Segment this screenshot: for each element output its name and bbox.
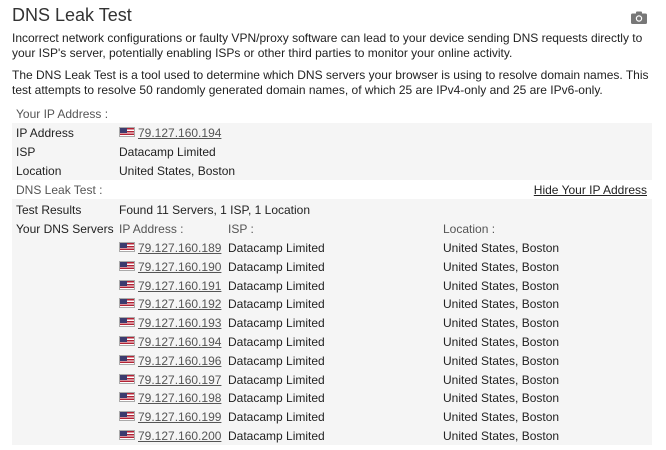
dns-server-isp: Datacamp Limited (228, 297, 325, 311)
intro-paragraph-1: Incorrect network configurations or faul… (12, 31, 643, 60)
dns-server-ip-link[interactable]: 79.127.160.196 (138, 354, 221, 368)
dns-server-location: United States, Boston (443, 241, 560, 255)
dns-server-row: 79.127.160.190 Datacamp Limited United Sta… (0, 256, 666, 275)
dns-server-row: 79.127.160.197 Datacamp Limited United Sta… (0, 369, 666, 388)
dns-server-isp: Datacamp Limited (228, 241, 325, 255)
dns-server-ip-link[interactable]: 79.127.160.192 (138, 297, 221, 311)
isp-value: Datacamp Limited (119, 145, 216, 159)
dns-server-row: 79.127.160.193 Datacamp Limited United Sta… (0, 312, 666, 331)
us-flag-icon (119, 127, 135, 137)
dns-server-location: United States, Boston (443, 373, 560, 387)
dns-server-isp: Datacamp Limited (228, 410, 325, 424)
us-flag-icon (119, 430, 135, 440)
dns-server-row: 79.127.160.191 Datacamp Limited United Sta… (0, 275, 666, 294)
dns-server-row: 79.127.160.189 Datacamp Limited United Sta… (0, 237, 666, 256)
hide-ip-link[interactable]: Hide Your IP Address (534, 183, 647, 197)
us-flag-icon (119, 411, 135, 421)
us-flag-icon (119, 374, 135, 384)
us-flag-icon (119, 261, 135, 271)
dns-server-location: United States, Boston (443, 391, 560, 405)
dns-server-row: 79.127.160.196 Datacamp Limited United Sta… (0, 350, 666, 369)
dns-server-ip-link[interactable]: 79.127.160.200 (138, 429, 221, 443)
isp-label: ISP (16, 145, 36, 159)
dns-server-row: 79.127.160.198 Datacamp Limited United Sta… (0, 387, 666, 406)
col-isp-header: ISP : (228, 222, 254, 236)
your-ip-header: Your IP Address : (12, 104, 652, 123)
location-value: United States, Boston (119, 164, 236, 178)
dns-server-location: United States, Boston (443, 260, 560, 274)
us-flag-icon (119, 317, 135, 327)
dns-server-ip-link[interactable]: 79.127.160.199 (138, 410, 221, 424)
dns-server-ip-link[interactable]: 79.127.160.193 (138, 316, 221, 330)
dns-server-isp: Datacamp Limited (228, 279, 325, 293)
dns-server-isp: Datacamp Limited (228, 354, 325, 368)
dns-servers-header-row: Your DNS Servers (12, 219, 652, 238)
dns-server-isp: Datacamp Limited (228, 391, 325, 405)
dns-server-ip-link[interactable]: 79.127.160.198 (138, 391, 221, 405)
dns-server-location: United States, Boston (443, 316, 560, 330)
location-row: Location United States, Boston (12, 161, 652, 180)
dns-server-isp: Datacamp Limited (228, 429, 325, 443)
dns-server-row: 79.127.160.200 Datacamp Limited United Sta… (0, 425, 666, 444)
dns-server-ip-link[interactable]: 79.127.160.191 (138, 279, 221, 293)
us-flag-icon (119, 280, 135, 290)
dns-test-header-label: DNS Leak Test : (16, 183, 103, 197)
us-flag-icon (119, 336, 135, 346)
camera-icon[interactable] (631, 11, 647, 24)
page-title: DNS Leak Test (12, 5, 132, 25)
col-location-header: Location : (443, 222, 496, 236)
dns-server-isp: Datacamp Limited (228, 316, 325, 330)
your-ip-header-label: Your IP Address : (16, 107, 109, 121)
us-flag-icon (119, 392, 135, 402)
dns-server-isp: Datacamp Limited (228, 373, 325, 387)
location-label: Location (16, 164, 62, 178)
dns-server-ip-link[interactable]: 79.127.160.194 (138, 335, 221, 349)
dns-server-isp: Datacamp Limited (228, 335, 325, 349)
dns-server-location: United States, Boston (443, 429, 560, 443)
dns-server-location: United States, Boston (443, 410, 560, 424)
ip-address-label: IP Address (16, 126, 74, 140)
dns-server-location: United States, Boston (443, 279, 560, 293)
dns-server-location: United States, Boston (443, 354, 560, 368)
us-flag-icon (119, 242, 135, 252)
dns-server-isp: Datacamp Limited (228, 260, 325, 274)
dns-server-location: United States, Boston (443, 297, 560, 311)
isp-row: ISP Datacamp Limited (12, 142, 652, 161)
intro-paragraph-2: The DNS Leak Test is a tool used to dete… (12, 68, 649, 97)
dns-server-ip-link[interactable]: 79.127.160.189 (138, 241, 221, 255)
dns-server-row: 79.127.160.194 Datacamp Limited United Sta… (0, 331, 666, 350)
ip-address-row: IP Address 79.127.160.194 (12, 123, 652, 142)
dns-server-row: 79.127.160.192 Datacamp Limited United Sta… (0, 293, 666, 312)
dns-server-ip-link[interactable]: 79.127.160.190 (138, 260, 221, 274)
dns-server-ip-link[interactable]: 79.127.160.197 (138, 373, 221, 387)
dns-server-row: 79.127.160.199 Datacamp Limited United Sta… (0, 406, 666, 425)
us-flag-icon (119, 355, 135, 365)
test-results-row: Test Results Found 11 Servers, 1 ISP, 1 … (12, 200, 652, 219)
dns-servers-label: Your DNS Servers (16, 222, 114, 236)
test-results-label: Test Results (16, 203, 82, 217)
test-results-value: Found 11 Servers, 1 ISP, 1 Location (119, 203, 311, 217)
us-flag-icon (119, 298, 135, 308)
col-ip-header: IP Address : (119, 222, 184, 236)
dns-server-location: United States, Boston (443, 335, 560, 349)
ip-address-link[interactable]: 79.127.160.194 (138, 126, 221, 140)
